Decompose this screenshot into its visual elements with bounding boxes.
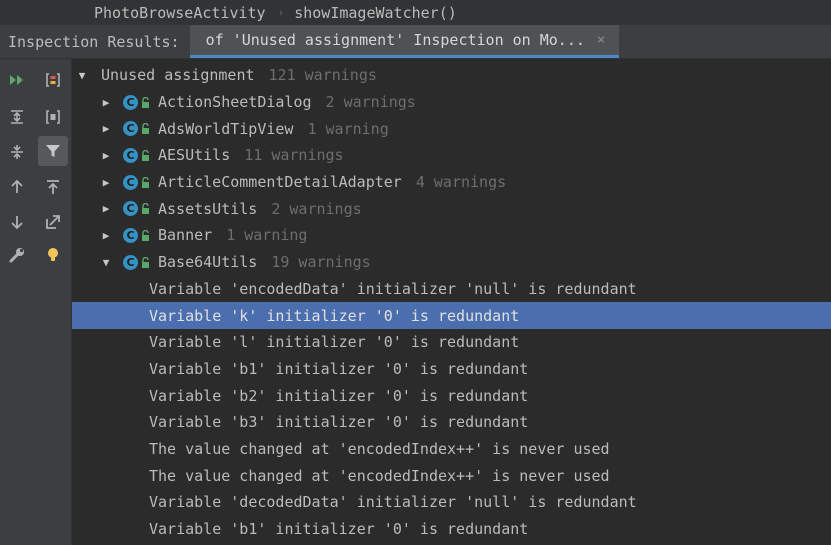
tree-class-name: AssetsUtils — [158, 199, 258, 218]
problem-description: Variable 'b1' initializer '0' is redunda… — [149, 359, 529, 378]
tree-class-row[interactable]: ▶ C AESUtils 11 warnings — [72, 142, 831, 169]
tree-class-name: Base64Utils — [158, 253, 258, 272]
tree-class-row[interactable]: ▶ C AssetsUtils 2 warnings — [72, 195, 831, 222]
tree-class-count: 1 warning — [226, 226, 308, 245]
tree-problem-row[interactable]: Variable 'b2' initializer '0' is redunda… — [72, 382, 831, 409]
run-icon[interactable] — [4, 67, 30, 93]
tree-problem-row[interactable]: Variable 'l' initializer '0' is redundan… — [72, 329, 831, 356]
chevron-down-icon[interactable]: ▼ — [100, 256, 112, 269]
tree-class-row[interactable]: ▶ C ArticleCommentDetailAdapter 4 warnings — [72, 169, 831, 196]
tree-problem-row[interactable]: Variable 'b1' initializer '0' is redunda… — [72, 356, 831, 383]
problem-description: Variable 'b3' initializer '0' is redunda… — [149, 413, 529, 432]
tree-root-label: Unused assignment — [101, 66, 255, 85]
breadcrumb-item-class[interactable]: PhotoBrowseActivity — [94, 4, 266, 22]
module-brackets-icon[interactable] — [40, 104, 66, 130]
chevron-right-icon[interactable]: ▶ — [100, 202, 112, 215]
tree-class-row[interactable]: ▶ C ActionSheetDialog 2 warnings — [72, 89, 831, 116]
lock-icon — [142, 123, 149, 135]
chevron-right-icon[interactable]: ▶ — [100, 149, 112, 162]
problem-description: The value changed at 'encodedIndex++' is… — [149, 466, 610, 485]
lock-icon — [142, 176, 149, 188]
tree-class-count: 2 warnings — [325, 93, 416, 112]
problem-description: Variable 'decodedData' initializer 'null… — [149, 493, 637, 512]
tab-inspection[interactable]: of 'Unused assignment' Inspection on Mo.… — [189, 25, 620, 58]
filter-icon[interactable] — [38, 136, 68, 166]
next-icon[interactable] — [4, 209, 30, 235]
inspection-results-label: Inspection Results: — [8, 32, 180, 51]
inspection-toolbar — [0, 59, 72, 545]
class-icon: C — [123, 147, 138, 163]
wrench-icon[interactable] — [4, 242, 30, 268]
tree-problem-row[interactable]: Variable 'b3' initializer '0' is redunda… — [72, 409, 831, 436]
breadcrumb-item-method[interactable]: showImageWatcher() — [294, 4, 457, 22]
tree-class-row[interactable]: ▼ C Base64Utils 19 warnings — [72, 249, 831, 276]
tree-class-row[interactable]: ▶ C Banner 1 warning — [72, 222, 831, 249]
class-icon: C — [123, 254, 138, 270]
tree-problem-row[interactable]: Variable 'encodedData' initializer 'null… — [72, 276, 831, 303]
class-icon: C — [123, 201, 138, 217]
tree-problem-row[interactable]: Variable 'b1' initializer '0' is redunda… — [72, 516, 831, 543]
lock-icon — [142, 149, 149, 161]
chevron-right-icon[interactable]: ▶ — [100, 176, 112, 189]
tree-root-unused-assignment[interactable]: ▼ Unused assignment 121 warnings — [72, 62, 831, 89]
problem-description: Variable 'encodedData' initializer 'null… — [149, 279, 637, 298]
chevron-right-icon[interactable]: ▶ — [100, 229, 112, 242]
chevron-right-icon[interactable]: ▶ — [100, 96, 112, 109]
class-icon: C — [123, 174, 138, 190]
breadcrumb-separator: › — [277, 6, 285, 19]
export-icon[interactable] — [40, 174, 66, 200]
lock-icon — [142, 256, 149, 268]
tree-problem-row[interactable]: Variable 'k' initializer '0' is redundan… — [72, 302, 831, 329]
expand-all-icon[interactable] — [4, 104, 30, 130]
inspection-results-tree: ▼ Unused assignment 121 warnings ▶ C Actio… — [72, 62, 831, 542]
group-brackets-icon[interactable] — [40, 67, 66, 93]
tree-class-name: ActionSheetDialog — [158, 93, 312, 112]
previous-icon[interactable] — [4, 174, 30, 200]
tree-problem-row[interactable]: The value changed at 'encodedIndex++' is… — [72, 462, 831, 489]
tree-class-name: AESUtils — [158, 146, 231, 165]
collapse-all-icon[interactable] — [4, 139, 30, 165]
class-icon: C — [123, 227, 138, 243]
problem-description: Variable 'b2' initializer '0' is redunda… — [149, 386, 529, 405]
lock-icon — [142, 203, 149, 215]
tree-class-count: 4 warnings — [415, 173, 507, 192]
inspection-tabbar: Inspection Results: of 'Unused assignmen… — [0, 25, 831, 59]
problem-description: Variable 'l' initializer '0' is redundan… — [149, 333, 520, 352]
tree-class-name: Banner — [158, 226, 213, 245]
tree-class-count: 2 warnings — [271, 199, 362, 218]
tree-root-count: 121 warnings — [268, 66, 377, 85]
problem-description: The value changed at 'encodedIndex++' is… — [149, 439, 610, 458]
class-icon: C — [123, 121, 138, 137]
breadcrumb: PhotoBrowseActivity › showImageWatcher() — [0, 0, 831, 25]
tree-class-count: 1 warning — [307, 119, 389, 138]
tree-class-count: 11 warnings — [244, 146, 344, 165]
tree-class-name: AdsWorldTipView — [158, 119, 294, 138]
jump-to-source-icon[interactable] — [40, 209, 66, 235]
lock-icon — [142, 229, 149, 241]
lightbulb-icon[interactable] — [40, 242, 66, 268]
chevron-right-icon[interactable]: ▶ — [100, 122, 112, 135]
class-icon: C — [123, 94, 138, 110]
lock-icon — [142, 96, 149, 108]
tree-class-count: 19 warnings — [271, 253, 371, 272]
tree-problem-row[interactable]: Variable 'decodedData' initializer 'null… — [72, 489, 831, 516]
problem-description: Variable 'b1' initializer '0' is redunda… — [149, 520, 529, 539]
close-icon[interactable]: × — [597, 32, 605, 48]
tree-class-name: ArticleCommentDetailAdapter — [158, 173, 402, 192]
chevron-down-icon[interactable]: ▼ — [76, 69, 88, 82]
tab-inspection-title: of 'Unused assignment' Inspection on Mo.… — [205, 31, 585, 49]
tree-class-row[interactable]: ▶ C AdsWorldTipView 1 warning — [72, 115, 831, 142]
problem-description: Variable 'k' initializer '0' is redundan… — [149, 306, 520, 325]
tree-problem-row[interactable]: The value changed at 'encodedIndex++' is… — [72, 436, 831, 463]
